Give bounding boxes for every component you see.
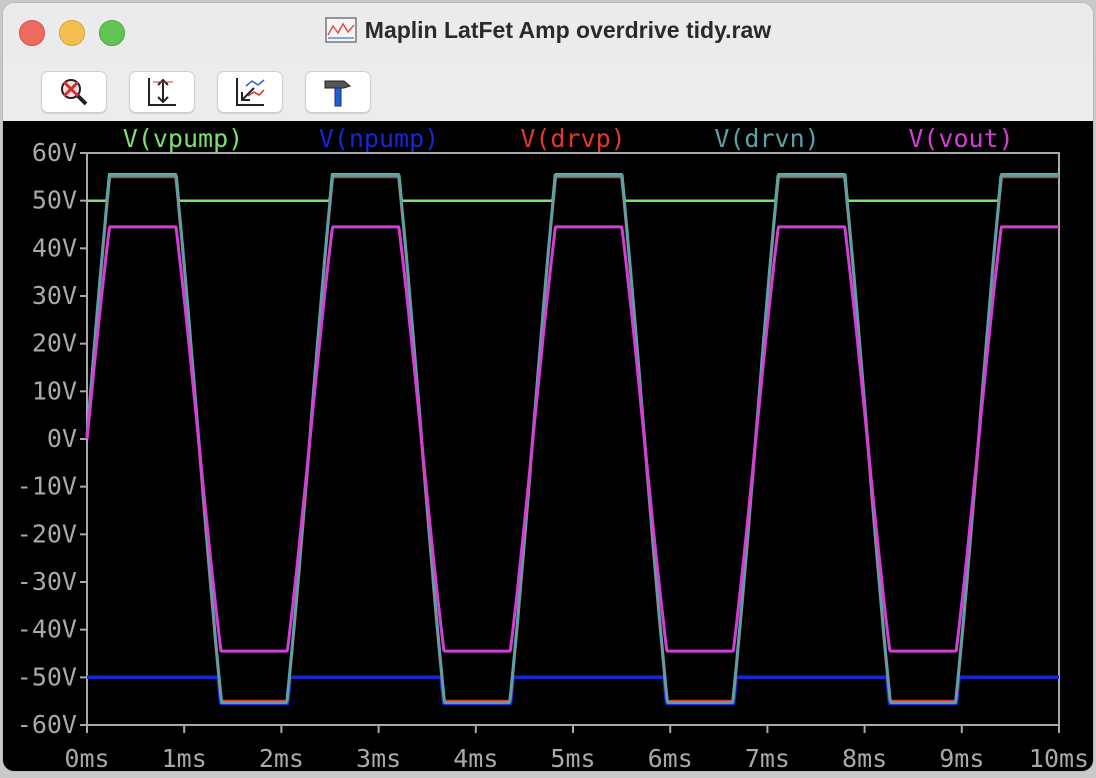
legend-entry: V(vout) — [908, 124, 1013, 153]
y-tick-label: 10V — [32, 376, 77, 405]
waveform-document-icon — [325, 17, 357, 43]
x-tick-label: 1ms — [162, 744, 207, 772]
vertical-scale-icon — [148, 78, 176, 106]
legend-entry: V(drvn) — [714, 124, 819, 153]
trace-vdrvn — [85, 173, 1060, 705]
y-tick-label: -30V — [17, 567, 77, 596]
autoscale-button[interactable] — [41, 71, 107, 113]
legend-entry: V(drvp) — [520, 124, 625, 153]
y-tick-label: -60V — [17, 710, 77, 739]
y-tick-label: -10V — [17, 472, 77, 501]
x-tick-label: 7ms — [745, 744, 790, 772]
y-tick-label: 0V — [47, 424, 77, 453]
waveform-chart[interactable]: V(vpump) V(npump) V(drvp) V(drvn) V(vout) 60… — [3, 121, 1094, 772]
x-tick-label: 6ms — [648, 744, 693, 772]
x-tick-label: 8ms — [842, 744, 887, 772]
settings-button[interactable] — [305, 71, 371, 113]
title-bar[interactable]: Maplin LatFet Amp overdrive tidy.raw — [3, 3, 1093, 60]
window-title-area: Maplin LatFet Amp overdrive tidy.raw — [3, 17, 1093, 44]
legend-entry: V(vpump) — [123, 124, 243, 153]
y-tick-label: -40V — [17, 615, 77, 644]
plot-frame — [86, 152, 1060, 726]
vertical-scale-button[interactable] — [129, 71, 195, 113]
x-tick-label: 10ms — [1029, 744, 1089, 772]
y-tick-label: 20V — [32, 329, 77, 358]
magnifier-cross-icon — [61, 79, 88, 106]
toolbar — [3, 59, 1093, 121]
x-tick-label: 9ms — [939, 744, 984, 772]
x-tick-label: 4ms — [453, 744, 498, 772]
y-tick-label: -50V — [17, 662, 77, 691]
y-tick-label: 50V — [32, 186, 77, 215]
y-tick-label: 60V — [32, 138, 77, 167]
window-title: Maplin LatFet Amp overdrive tidy.raw — [364, 17, 772, 43]
y-tick-label: 40V — [32, 233, 77, 262]
plot-window: Maplin LatFet Amp overdrive tidy.raw V(v… — [2, 2, 1094, 772]
x-tick-label: 5ms — [550, 744, 595, 772]
legend-entry: V(npump) — [319, 124, 439, 153]
trace-vvpump — [86, 173, 1060, 202]
plot-arrow-icon — [236, 78, 265, 106]
trace-vvout — [85, 225, 1060, 653]
x-tick-label: 3ms — [356, 744, 401, 772]
x-tick-label: 2ms — [259, 744, 304, 772]
waveform-plot[interactable]: V(vpump) V(npump) V(drvp) V(drvn) V(vout) 60… — [3, 121, 1094, 772]
hammer-icon — [324, 80, 352, 107]
trace-vnpump — [85, 675, 1061, 706]
y-tick-label: -20V — [17, 519, 77, 548]
x-tick-label: 0ms — [64, 744, 109, 772]
pan-button[interactable] — [217, 71, 283, 113]
trace-vdrvp — [85, 175, 1060, 703]
y-tick-label: 30V — [32, 281, 77, 310]
